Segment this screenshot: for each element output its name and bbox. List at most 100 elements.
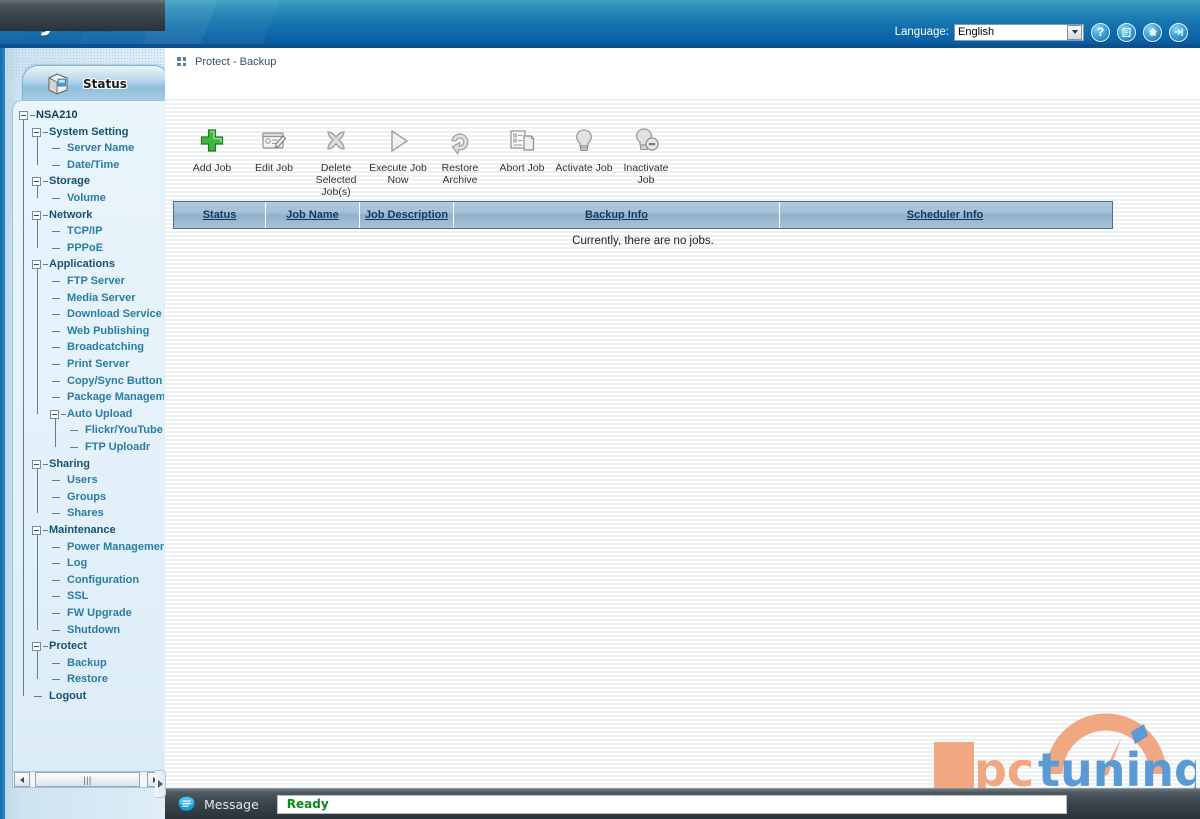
restore-archive-button[interactable]: Restore Archive <box>429 123 491 186</box>
column-header-status[interactable]: Status <box>174 202 266 228</box>
sidebar-collapse-handle[interactable] <box>155 770 166 798</box>
content-panel: Add Job Edit Job Delete Selected Job(s) Exe… <box>165 97 1200 788</box>
sidebar-item-ftp-uploadr[interactable]: FTP Uploadr <box>13 439 164 456</box>
sidebar-item-pppoe[interactable]: PPPoE <box>13 240 164 257</box>
activate-job-button[interactable]: Activate Job <box>553 123 615 174</box>
inactivate-job-button[interactable]: Inactivate Job <box>615 123 677 186</box>
sidebar-item-broadcatching[interactable]: Broadcatching <box>13 339 164 356</box>
abort-job-button[interactable]: Abort Job <box>491 123 553 174</box>
logout-icon[interactable] <box>1169 22 1188 42</box>
scrollbar-track[interactable]: ||| <box>31 772 146 787</box>
tree-collapse-icon[interactable] <box>32 177 41 187</box>
column-header-scheduler-info[interactable]: Scheduler Info <box>780 202 1110 228</box>
sidebar-item-label: SSL <box>67 590 89 603</box>
sidebar-item-ssl[interactable]: SSL <box>13 588 164 605</box>
lightbulb-minus-icon <box>631 123 661 159</box>
sidebar-item-label: Power Management <box>67 540 164 553</box>
sidebar-item-label: Package Management <box>67 391 164 404</box>
sidebar-item-media-server[interactable]: Media Server <box>13 290 164 307</box>
status-tab[interactable]: Status <box>22 65 165 101</box>
tree-connector <box>52 496 60 498</box>
sidebar-item-auto-upload[interactable]: Auto Upload <box>13 406 164 423</box>
sidebar-item-label: NSA210 <box>36 109 78 121</box>
sidebar-item-label: Download Service <box>67 308 162 321</box>
sidebar-item-server-name[interactable]: Server Name <box>13 140 164 157</box>
sidebar-item-log[interactable]: Log <box>13 555 164 572</box>
sidebar-item-shutdown[interactable]: Shutdown <box>13 622 164 639</box>
sidebar-item-nsa210[interactable]: NSA210 <box>13 107 164 124</box>
sidebar-item-copy-sync-button[interactable]: Copy/Sync Button <box>13 373 164 390</box>
manual-icon[interactable] <box>1117 22 1136 42</box>
sidebar-item-fw-upgrade[interactable]: FW Upgrade <box>13 605 164 622</box>
scrollbar-thumb[interactable]: ||| <box>35 772 140 787</box>
help-icon[interactable]: ? <box>1091 22 1110 42</box>
jobs-table: Status Job Name Job Description Backup Info… <box>173 201 1113 253</box>
tree-collapse-icon[interactable] <box>32 526 41 535</box>
tree-connector <box>52 347 60 349</box>
execute-job-now-label: Execute Job Now <box>369 162 427 186</box>
sidebar-item-tcp-ip[interactable]: TCP/IP <box>13 223 164 240</box>
sidebar-item-applications[interactable]: Applications <box>13 256 164 273</box>
status-bar-left-cap <box>0 0 165 31</box>
sidebar-horizontal-scrollbar[interactable]: ||| <box>12 771 164 788</box>
delete-selected-jobs-button[interactable]: Delete Selected Job(s) <box>305 123 367 198</box>
home-icon[interactable] <box>1143 22 1162 42</box>
navigation-panel: NSA210 System Setting Server Name Date/Time… <box>12 100 164 772</box>
tree-connector <box>52 662 60 664</box>
sidebar-item-label: System Setting <box>49 125 129 138</box>
sidebar-item-sharing[interactable]: Sharing <box>13 456 164 473</box>
column-header-job-description[interactable]: Job Description <box>360 202 454 228</box>
sidebar-item-date-time[interactable]: Date/Time <box>13 157 164 174</box>
add-job-button[interactable]: Add Job <box>181 123 243 174</box>
sidebar-item-label: Users <box>67 474 98 487</box>
sidebar-item-storage[interactable]: Storage <box>13 173 164 190</box>
language-select[interactable]: English <box>954 23 1084 41</box>
tree-collapse-icon[interactable] <box>32 642 41 652</box>
job-toolbar: Add Job Edit Job Delete Selected Job(s) Exe… <box>181 123 1181 205</box>
sidebar-item-label: TCP/IP <box>67 225 103 238</box>
tree-connector <box>43 181 48 183</box>
sidebar-item-label: Log <box>67 557 88 570</box>
sidebar-item-shares[interactable]: Shares <box>13 505 164 522</box>
sidebar-item-label: Date/Time <box>67 158 120 171</box>
tree-collapse-icon[interactable] <box>32 210 41 220</box>
tree-collapse-icon[interactable] <box>50 409 59 419</box>
column-header-job-name[interactable]: Job Name <box>266 202 360 228</box>
sidebar-item-label: FTP Uploadr <box>85 441 151 453</box>
sidebar-item-protect[interactable]: Protect <box>13 638 164 655</box>
sidebar-item-ftp-server[interactable]: FTP Server <box>13 273 164 290</box>
tree-collapse-icon[interactable] <box>32 459 41 469</box>
edit-job-button[interactable]: Edit Job <box>243 123 305 174</box>
tree-connector <box>43 463 48 465</box>
execute-job-now-button[interactable]: Execute Job Now <box>367 123 429 186</box>
breadcrumb: Protect - Backup <box>165 48 1200 75</box>
sidebar-item-web-publishing[interactable]: Web Publishing <box>13 323 164 340</box>
column-header-backup-info[interactable]: Backup Info <box>454 202 780 228</box>
sidebar-item-print-server[interactable]: Print Server <box>13 356 164 373</box>
sidebar: Status NSA210 System Setting Server Name Da… <box>0 48 165 819</box>
sidebar-item-package-management[interactable]: Package Management <box>13 389 164 406</box>
sidebar-item-restore[interactable]: Restore <box>13 671 164 688</box>
sidebar-item-logout[interactable]: Logout <box>13 688 164 705</box>
sidebar-item-backup[interactable]: Backup <box>13 655 164 672</box>
tree-vline <box>37 269 38 414</box>
sidebar-item-system-setting[interactable]: System Setting <box>13 124 164 141</box>
sidebar-item-download-service[interactable]: Download Service <box>13 306 164 323</box>
sidebar-item-flickr-youtube[interactable]: Flickr/YouTube <box>13 422 164 439</box>
tree-vline <box>23 120 24 696</box>
tree-collapse-icon[interactable] <box>19 111 28 120</box>
sidebar-item-label: Volume <box>67 192 106 204</box>
abort-job-label: Abort Job <box>499 162 545 174</box>
sidebar-item-users[interactable]: Users <box>13 472 164 489</box>
chevron-down-icon[interactable] <box>1067 24 1082 40</box>
sidebar-item-configuration[interactable]: Configuration <box>13 572 164 589</box>
sidebar-item-network[interactable]: Network <box>13 207 164 224</box>
sidebar-item-label: Server Name <box>67 142 135 155</box>
sidebar-item-volume[interactable]: Volume <box>13 190 164 207</box>
sidebar-item-groups[interactable]: Groups <box>13 489 164 506</box>
sidebar-item-maintenance[interactable]: Maintenance <box>13 522 164 539</box>
sidebar-item-power-management[interactable]: Power Management <box>13 539 164 556</box>
scroll-left-button[interactable] <box>14 772 30 787</box>
tree-collapse-icon[interactable] <box>32 127 41 137</box>
tree-collapse-icon[interactable] <box>32 260 41 270</box>
